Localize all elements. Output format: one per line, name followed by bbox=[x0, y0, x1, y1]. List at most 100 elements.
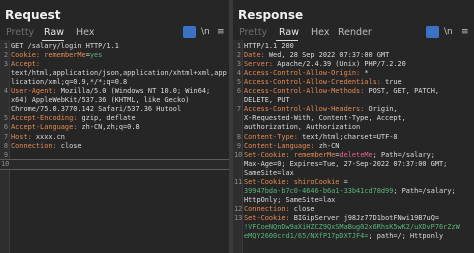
code-token: POST, GET, PATCH, bbox=[368, 87, 439, 96]
response-newline-toggle[interactable]: \n bbox=[444, 26, 453, 38]
code-token: Mozilla/5.0 (Windows NT 10.0; Win64; bbox=[60, 87, 211, 96]
response-tab-pretty[interactable]: Pretty bbox=[239, 26, 267, 40]
code-token: Set-Cookie: bbox=[244, 177, 294, 186]
code-line: Set-Cookie: rememberMe=deleteMe; Path=/s… bbox=[244, 151, 472, 160]
code-token: Set-Cookie: bbox=[244, 213, 294, 222]
code-line: Connection: close bbox=[11, 142, 227, 151]
line-number: 11 bbox=[234, 177, 243, 186]
code-token: Accept-Encoding: bbox=[11, 114, 82, 123]
code-line: Host: xxxx.cn bbox=[11, 133, 227, 142]
code-token: !VFCoeNQnDw9aXiHZCZ9QxSMaBug02x6RhsK5wK2… bbox=[244, 223, 460, 231]
code-token: 39947bda-b7c0-4646-b6a1-33b41cd78d99 bbox=[244, 186, 394, 195]
code-line: lication/xml;q=0.9,*/*;q=0.8 bbox=[11, 78, 227, 87]
line-number: 1 bbox=[3, 42, 8, 50]
code-token: zh-CN bbox=[318, 141, 340, 150]
code-token: Date: bbox=[244, 51, 269, 60]
code-token: authorization, Authorization bbox=[244, 123, 361, 132]
code-line: Access-Control-Allow-Credentials: true bbox=[244, 78, 472, 87]
line-number: 9 bbox=[236, 141, 241, 150]
code-token: Set-Cookie: bbox=[244, 150, 294, 159]
request-tab-hex[interactable]: Hex bbox=[76, 26, 94, 40]
code-line: Chrome/75.0.3770.142 Safari/537.36 Hutoo… bbox=[11, 105, 227, 114]
response-tab-render[interactable]: Render bbox=[338, 26, 372, 40]
code-token: eMQY2600crd1/65/NXfP17pDXTJF4= bbox=[244, 232, 369, 241]
code-token: gzip, deflate bbox=[81, 114, 136, 123]
code-token: Access-Control-Allow-Methods: bbox=[244, 87, 369, 96]
code-line: Access-Control-Allow-Origin: * bbox=[244, 69, 472, 78]
code-line: User-Agent: Mozilla/5.0 (Windows NT 10.0… bbox=[11, 87, 227, 96]
request-tab-pretty[interactable]: Pretty bbox=[6, 26, 34, 40]
line-number: 4 bbox=[3, 87, 8, 96]
line-number: 10 bbox=[234, 150, 243, 159]
code-token: Connection: bbox=[244, 204, 294, 213]
code-token: Access-Control-Allow-Origin: bbox=[244, 69, 365, 78]
code-token: Accept: bbox=[11, 60, 41, 69]
line-number: 13 bbox=[234, 213, 243, 222]
code-token: ; path=/; Httponly bbox=[368, 232, 444, 241]
code-line: SameSite=lax bbox=[244, 169, 472, 178]
code-line: Max-Age=0; Expires=Tue, 27-Sep-2022 07:3… bbox=[244, 160, 472, 169]
request-newline-toggle[interactable]: \n bbox=[201, 26, 210, 38]
code-token: zh-CN,zh;q=0.8 bbox=[81, 123, 140, 132]
response-title: Response bbox=[238, 8, 304, 22]
code-token: yes bbox=[89, 51, 103, 60]
code-line: x64) AppleWebKit/537.36 (KHTML, like Gec… bbox=[11, 96, 227, 105]
code-token: Max-Age=0; Expires=Tue, 27-Sep-2022 07:3… bbox=[244, 159, 448, 168]
code-token: rememberMe bbox=[44, 51, 86, 60]
code-token: Access-Control-Allow-Headers: bbox=[244, 105, 369, 114]
code-line: Set-Cookie: shiroCookie = bbox=[244, 178, 472, 187]
line-number: 12 bbox=[234, 204, 243, 213]
code-token: Server: bbox=[244, 60, 278, 69]
code-line: HttpOnly; SameSite=lax bbox=[244, 196, 472, 205]
code-token: lication/xml;q=0.9,*/*;q=0.8 bbox=[11, 78, 128, 87]
code-token: = bbox=[339, 177, 348, 186]
response-actions-icon[interactable] bbox=[426, 26, 439, 38]
code-line: Access-Control-Allow-Methods: POST, GET,… bbox=[244, 87, 472, 96]
line-number: 7 bbox=[3, 132, 8, 141]
code-line: Content-Language: zh-CN bbox=[244, 142, 472, 151]
code-line: GET /salary/login HTTP/1.1 bbox=[11, 42, 227, 51]
code-line: eMQY2600crd1/65/NXfP17pDXTJF4=; path=/; … bbox=[244, 232, 472, 241]
code-token: true bbox=[385, 78, 402, 87]
code-line: X-Requested-With, Content-Type, Accept, bbox=[244, 114, 472, 123]
code-token: Host: bbox=[11, 132, 36, 141]
code-token: Content-Type: bbox=[244, 132, 303, 141]
code-token: Accept-Language: bbox=[11, 123, 82, 132]
code-line: Accept-Encoding: gzip, deflate bbox=[11, 114, 227, 123]
code-token: Origin, bbox=[368, 105, 398, 114]
line-number: 5 bbox=[236, 78, 241, 87]
code-token: DELETE, PUT bbox=[244, 96, 290, 105]
code-line: HTTP/1.1 200 bbox=[244, 42, 472, 51]
code-token: rememberMe bbox=[293, 150, 336, 159]
request-menu-icon[interactable]: ≡ bbox=[217, 26, 225, 38]
line-number: 8 bbox=[236, 132, 241, 141]
code-line: Accept-Language: zh-CN,zh;q=0.8 bbox=[11, 123, 227, 132]
code-token: * bbox=[364, 69, 369, 78]
code-line: !VFCoeNQnDw9aXiHZCZ9QxSMaBug02x6RhsK5wK2… bbox=[244, 223, 472, 232]
response-menu-icon[interactable]: ≡ bbox=[461, 26, 469, 38]
response-tab-hex[interactable]: Hex bbox=[311, 26, 329, 40]
code-token: Cookie: bbox=[11, 51, 45, 60]
line-number: 4 bbox=[236, 69, 241, 78]
code-line: Access-Control-Allow-Headers: Origin, bbox=[244, 105, 472, 114]
response-tab-raw[interactable]: Raw bbox=[279, 26, 299, 40]
request-actions-icon[interactable] bbox=[183, 26, 196, 38]
line-number: 3 bbox=[3, 60, 8, 69]
line-number: 3 bbox=[236, 60, 241, 69]
code-token: X-Requested-With, Content-Type, Accept, bbox=[244, 114, 406, 123]
code-token: SameSite=lax bbox=[244, 168, 294, 177]
line-number: 2 bbox=[3, 51, 8, 60]
code-line: text/html,application/json,application/x… bbox=[11, 69, 227, 78]
code-token: Content-Language: bbox=[244, 141, 319, 150]
code-token: text/html;charset=UTF-8 bbox=[302, 132, 398, 141]
line-number: 8 bbox=[3, 141, 8, 150]
code-line: Server: Apache/2.4.39 (Unix) PHP/7.2.20 bbox=[244, 60, 472, 69]
code-token: Chrome/75.0.3770.142 Safari/537.36 Hutoo… bbox=[11, 105, 182, 114]
request-editor[interactable]: 1 GET /salary/login HTTP/1.1 2 Cookie: reme… bbox=[0, 40, 229, 253]
code-token: GET /salary/login HTTP/1.1 bbox=[11, 42, 119, 50]
response-editor[interactable]: 1 HTTP/1.1 200 2 Date: Wed, 28 Sep 2022 07:… bbox=[233, 40, 474, 253]
request-tab-raw[interactable]: Raw bbox=[44, 26, 64, 40]
code-line: authorization, Authorization bbox=[244, 123, 472, 132]
code-token: xxxx.cn bbox=[35, 132, 65, 141]
code-token: Access-Control-Allow-Credentials: bbox=[244, 78, 386, 87]
